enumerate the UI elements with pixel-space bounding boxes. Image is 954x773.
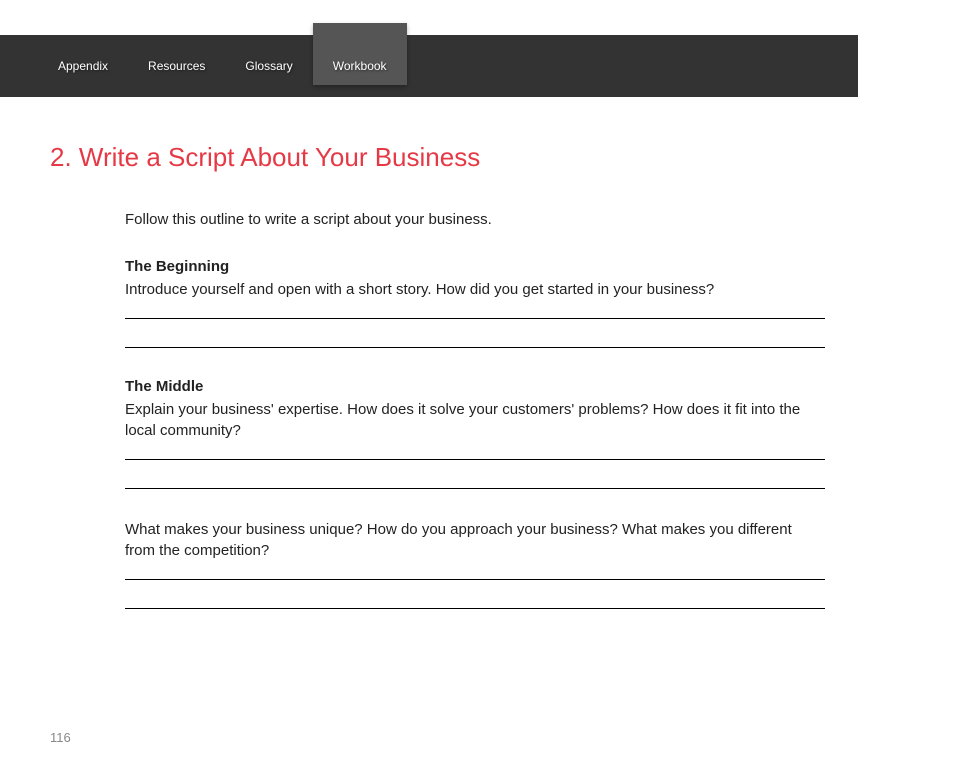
tab-appendix[interactable]: Appendix: [38, 35, 128, 97]
nav-bar: Appendix Resources Glossary Workbook: [0, 35, 858, 97]
section-text-beginning: Introduce yourself and open with a short…: [125, 279, 825, 300]
tab-resources[interactable]: Resources: [128, 35, 225, 97]
section-title-middle: The Middle: [125, 378, 825, 395]
section-middle: The Middle Explain your business' expert…: [125, 378, 825, 489]
blank-line: [125, 347, 825, 348]
intro-text: Follow this outline to write a script ab…: [125, 211, 825, 228]
blank-line: [125, 488, 825, 489]
section-beginning: The Beginning Introduce yourself and ope…: [125, 258, 825, 348]
body-content: Follow this outline to write a script ab…: [125, 211, 825, 609]
tab-workbook[interactable]: Workbook: [313, 23, 407, 85]
blank-line: [125, 608, 825, 609]
page-heading: 2. Write a Script About Your Business: [50, 142, 904, 173]
blank-lines-beginning: [125, 318, 825, 348]
blank-lines-middle-1: [125, 459, 825, 489]
tab-glossary[interactable]: Glossary: [225, 35, 312, 97]
section-text-unique: What makes your business unique? How do …: [125, 519, 825, 561]
section-unique: What makes your business unique? How do …: [125, 519, 825, 609]
blank-lines-unique: [125, 579, 825, 609]
content-area: 2. Write a Script About Your Business Fo…: [0, 97, 954, 609]
section-title-beginning: The Beginning: [125, 258, 825, 275]
section-text-middle: Explain your business' expertise. How do…: [125, 399, 825, 441]
blank-line: [125, 318, 825, 319]
blank-line: [125, 579, 825, 580]
blank-line: [125, 459, 825, 460]
